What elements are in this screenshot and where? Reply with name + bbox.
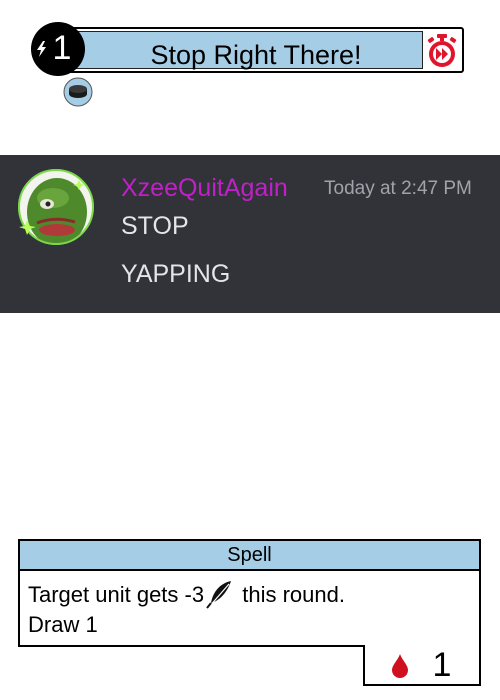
card-type-label: Spell xyxy=(20,541,479,571)
card-description: Target unit gets -3 this round. Draw 1 xyxy=(28,579,468,640)
blood-cost-value: 1 xyxy=(432,646,452,684)
card-text-part: Target unit gets -3 xyxy=(28,582,205,607)
blood-drop-icon xyxy=(392,654,408,678)
chat-username[interactable]: XzeeQuitAgain xyxy=(121,171,288,205)
chat-message: XzeeQuitAgain Today at 2:47 PM STOP YAPP… xyxy=(0,155,500,313)
card-text-part: this round. xyxy=(236,582,345,607)
energy-cost-badge: 1 xyxy=(31,22,85,76)
feather-icon xyxy=(206,581,232,609)
card-title-bar: Stop Right There! xyxy=(58,27,464,73)
card-title: Stop Right There! xyxy=(150,40,362,70)
message-line: YAPPING xyxy=(121,260,231,288)
stopwatch-icon xyxy=(427,34,457,67)
card-description-line-2: Draw 1 xyxy=(28,612,98,637)
puck-token-icon xyxy=(63,77,93,107)
blood-cost-box: 1 xyxy=(363,645,481,686)
message-line: STOP xyxy=(121,212,189,240)
card-description-line-1: Target unit gets -3 this round. xyxy=(28,579,468,610)
user-avatar[interactable] xyxy=(17,168,95,246)
energy-cost-value: 1 xyxy=(52,29,72,67)
message-timestamp: Today at 2:47 PM xyxy=(324,178,472,199)
spell-card: Spell Target unit gets -3 this round. Dr… xyxy=(18,539,481,647)
title-banner: Stop Right There! xyxy=(65,31,423,70)
